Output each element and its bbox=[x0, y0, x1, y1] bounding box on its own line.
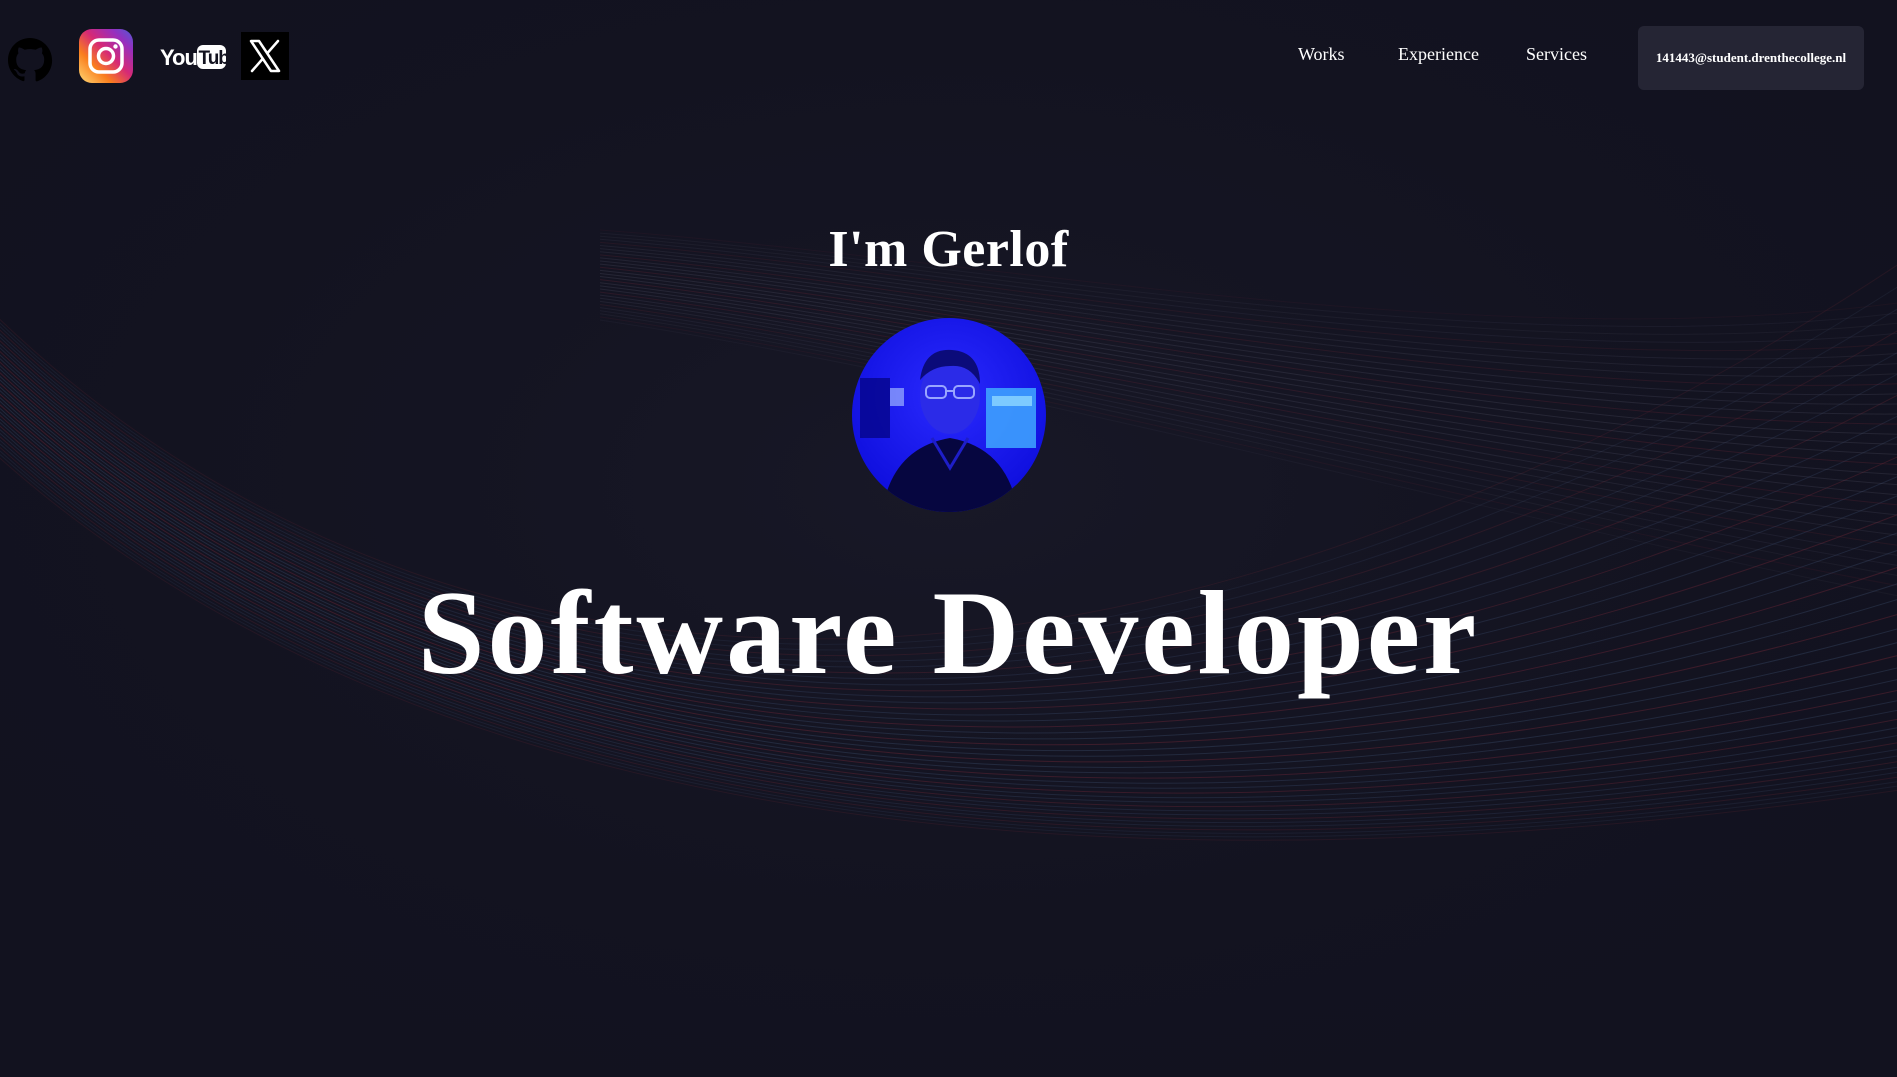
email-button[interactable]: 141443@student.drenthecollege.nl bbox=[1638, 26, 1864, 90]
wave-line bbox=[599, 303, 1897, 546]
wave-line bbox=[599, 260, 1897, 405]
portfolio-page: You Tube Works Experience Services 14144… bbox=[0, 0, 1897, 1077]
wave-line bbox=[599, 310, 1897, 566]
youtube-icon[interactable]: You Tube bbox=[160, 42, 240, 72]
email-label: 141443@student.drenthecollege.nl bbox=[1655, 50, 1847, 65]
hero-greeting: I'm Gerlof bbox=[828, 221, 1069, 278]
hero-title: Software Developer bbox=[417, 566, 1480, 699]
wave-line bbox=[599, 288, 1897, 496]
wave-line bbox=[599, 313, 1897, 576]
wave-line bbox=[599, 285, 1897, 486]
instagram-icon[interactable] bbox=[79, 29, 133, 83]
wave-line bbox=[599, 282, 1897, 476]
wave-line bbox=[599, 269, 1897, 435]
wave-line bbox=[599, 294, 1897, 516]
wave-line bbox=[599, 263, 1897, 415]
wave-line bbox=[599, 276, 1897, 455]
svg-text:Tube: Tube bbox=[199, 48, 227, 69]
wave-background bbox=[0, 0, 1897, 1077]
wave-line bbox=[599, 316, 1897, 586]
nav-works[interactable]: Works bbox=[1298, 44, 1345, 65]
wave-line bbox=[599, 297, 1897, 526]
wave-line bbox=[599, 319, 1897, 597]
wave-line bbox=[599, 266, 1897, 425]
wave-line bbox=[599, 300, 1897, 536]
github-icon[interactable] bbox=[6, 36, 54, 84]
wave-line bbox=[599, 279, 1897, 465]
nav-services[interactable]: Services bbox=[1526, 44, 1587, 65]
x-icon[interactable] bbox=[241, 32, 295, 80]
wave-line bbox=[599, 307, 1897, 556]
avatar bbox=[852, 318, 1046, 512]
nav-experience[interactable]: Experience bbox=[1398, 44, 1479, 65]
svg-text:You: You bbox=[160, 45, 197, 70]
wave-line bbox=[599, 272, 1897, 445]
wave-line bbox=[599, 291, 1897, 506]
